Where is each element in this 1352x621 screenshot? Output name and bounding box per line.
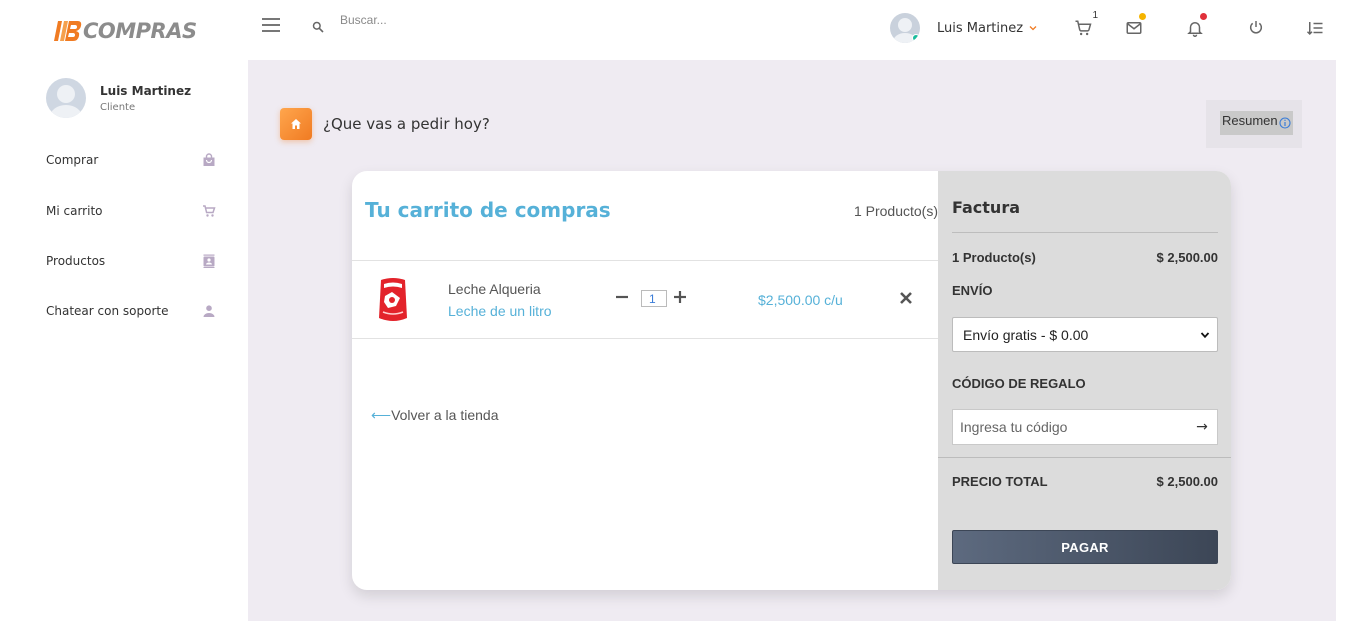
mail-icon bbox=[1126, 22, 1142, 34]
main-content: ¿Que vas a pedir hoy? Resumen Tu carrito… bbox=[248, 60, 1336, 621]
divider bbox=[938, 457, 1231, 458]
invoice-title: Factura bbox=[952, 198, 1020, 217]
shopping-bag-icon bbox=[203, 153, 215, 166]
cart-card: Tu carrito de compras 1 Producto(s) Lech… bbox=[352, 171, 1231, 590]
invoice-total-row: PRECIO TOTAL $ 2,500.00 bbox=[952, 474, 1218, 489]
invoice-panel: Factura 1 Producto(s) $ 2,500.00 ENVÍO E… bbox=[938, 171, 1231, 590]
bell-icon bbox=[1187, 22, 1203, 37]
invoice-products-total: $ 2,500.00 bbox=[1156, 250, 1218, 265]
contacts-icon bbox=[203, 254, 215, 268]
list-settings-icon bbox=[1306, 22, 1323, 36]
sidebar-item-label: Mi carrito bbox=[46, 204, 103, 218]
gift-code-input[interactable] bbox=[953, 410, 1187, 444]
quantity-increase-button[interactable] bbox=[672, 289, 688, 305]
logo-text: COMPRAS bbox=[83, 19, 197, 43]
cart-title: Tu carrito de compras bbox=[365, 198, 611, 222]
sidebar-item-label: Productos bbox=[46, 254, 106, 268]
online-status-dot bbox=[912, 34, 920, 42]
total-label: PRECIO TOTAL bbox=[952, 474, 1048, 489]
resumen-button[interactable]: Resumen bbox=[1220, 111, 1293, 135]
mail-button[interactable] bbox=[1125, 13, 1146, 39]
product-description[interactable]: Leche de un litro bbox=[448, 303, 552, 319]
invoice-products-row: 1 Producto(s) $ 2,500.00 bbox=[952, 250, 1218, 265]
resumen-panel: Resumen bbox=[1206, 100, 1302, 148]
home-icon bbox=[291, 119, 301, 129]
cart-badge: 1 bbox=[1092, 10, 1098, 21]
menu-icon[interactable] bbox=[262, 18, 280, 32]
app-logo[interactable]: COMPRAS bbox=[54, 17, 197, 45]
divider bbox=[952, 232, 1218, 233]
back-link-label: Volver a la tienda bbox=[391, 407, 499, 423]
search-input[interactable] bbox=[340, 9, 540, 31]
cart-button[interactable]: 1 bbox=[1074, 10, 1098, 39]
cart-product-count: 1 Producto(s) bbox=[853, 203, 938, 219]
product-image-leche bbox=[379, 278, 407, 321]
gift-code-submit-button[interactable]: → bbox=[1187, 410, 1217, 444]
power-icon bbox=[1250, 21, 1262, 34]
cart-icon bbox=[1075, 20, 1092, 36]
shipping-label: ENVÍO bbox=[952, 283, 993, 298]
divider bbox=[352, 338, 938, 339]
search-icon[interactable] bbox=[312, 21, 324, 33]
logout-button[interactable] bbox=[1248, 19, 1268, 39]
mail-notification-dot bbox=[1139, 13, 1146, 20]
cart-icon bbox=[203, 205, 216, 217]
divider bbox=[352, 260, 938, 261]
shipping-select[interactable]: Envío gratis - $ 0.00 bbox=[952, 317, 1218, 352]
sidebar-profile[interactable]: Luis Martinez Cliente bbox=[46, 78, 191, 118]
home-button[interactable] bbox=[280, 108, 312, 140]
sidebar-item-mi-carrito[interactable]: Mi carrito bbox=[46, 200, 216, 222]
user-silhouette-icon bbox=[50, 85, 82, 118]
arrow-left-icon: ⟵ bbox=[371, 407, 392, 423]
avatar bbox=[890, 13, 920, 43]
sidebar-item-comprar[interactable]: Comprar bbox=[46, 149, 216, 171]
quantity-input[interactable] bbox=[641, 290, 667, 307]
sidebar-item-chatear-con-soporte[interactable]: Chatear con soporte bbox=[46, 300, 216, 322]
sidebar-item-label: Chatear con soporte bbox=[46, 304, 169, 318]
chevron-down-icon bbox=[1029, 26, 1037, 31]
total-value: $ 2,500.00 bbox=[1156, 474, 1218, 489]
sidebar-item-label: Comprar bbox=[46, 153, 99, 167]
bell-notification-dot bbox=[1200, 13, 1207, 20]
gift-code-field: → bbox=[952, 409, 1218, 445]
sidebar-item-productos[interactable]: Productos bbox=[46, 250, 216, 272]
product-price: $2,500.00 c/u bbox=[758, 292, 843, 308]
logo-mark-icon bbox=[54, 21, 82, 41]
gift-code-label: CÓDIGO DE REGALO bbox=[952, 376, 1086, 391]
invoice-products-label: 1 Producto(s) bbox=[952, 250, 1036, 265]
sidebar: Luis Martinez Cliente Comprar Mi carrito… bbox=[0, 60, 248, 621]
chevron-down-icon bbox=[1200, 331, 1210, 338]
info-icon bbox=[1279, 117, 1291, 129]
person-icon bbox=[203, 305, 215, 317]
shipping-selected-value: Envío gratis - $ 0.00 bbox=[963, 326, 1089, 343]
remove-item-button[interactable] bbox=[898, 290, 914, 306]
page-title: ¿Que vas a pedir hoy? bbox=[323, 115, 490, 133]
resumen-label: Resumen bbox=[1222, 113, 1278, 128]
pay-button[interactable]: PAGAR bbox=[952, 530, 1218, 564]
user-menu[interactable]: Luis Martinez bbox=[890, 13, 1037, 43]
back-to-store-link[interactable]: ⟵Volver a la tienda bbox=[371, 407, 498, 424]
settings-list-button[interactable] bbox=[1306, 19, 1326, 39]
profile-name: Luis Martinez bbox=[100, 83, 192, 98]
profile-role: Cliente bbox=[100, 101, 136, 113]
product-name: Leche Alqueria bbox=[448, 281, 541, 297]
avatar bbox=[46, 78, 86, 118]
notifications-button[interactable] bbox=[1186, 13, 1207, 39]
user-name: Luis Martinez bbox=[937, 20, 1024, 36]
quantity-decrease-button[interactable] bbox=[614, 289, 630, 305]
